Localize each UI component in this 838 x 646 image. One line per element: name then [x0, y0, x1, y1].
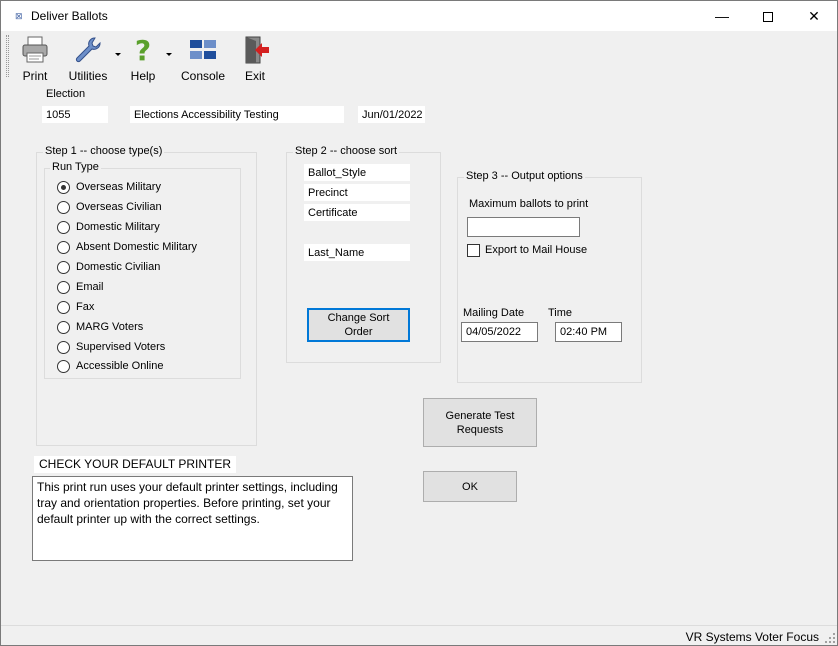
radio-button[interactable] — [57, 200, 70, 214]
printer-icon — [22, 36, 48, 63]
utilities-dropdown-icon[interactable] — [115, 53, 121, 56]
printer-notice-box: This print run uses your default printer… — [32, 476, 353, 561]
resize-grip-icon[interactable] — [825, 633, 835, 643]
change-sort-order-button[interactable]: Change Sort Order — [307, 308, 410, 342]
exit-label: Exit — [244, 69, 265, 83]
minimize-button[interactable]: — — [699, 1, 745, 31]
console-button[interactable]: Console — [177, 33, 229, 83]
console-icon — [190, 40, 216, 59]
maximize-button[interactable] — [745, 1, 791, 31]
radio-domestic-civilian[interactable]: Domestic Civilian — [57, 259, 160, 275]
exit-door-icon — [245, 36, 269, 64]
toolbar: Print Utilities ? Help Console Exit — [1, 31, 837, 83]
radio-button[interactable] — [57, 220, 70, 234]
radio-label: Overseas Military — [76, 181, 161, 193]
help-label: Help — [130, 69, 156, 83]
radio-button[interactable] — [57, 180, 70, 194]
run-type-group: Run Type Overseas Military Overseas Civi… — [44, 161, 241, 379]
radio-button[interactable] — [57, 320, 70, 334]
help-button[interactable]: ? Help — [125, 33, 161, 83]
export-mail-house-checkbox[interactable] — [467, 244, 480, 257]
ok-label: OK — [462, 480, 478, 493]
step1-group: Step 1 -- choose type(s) Run Type Overse… — [36, 145, 257, 446]
election-name: Elections Accessibility Testing — [130, 106, 344, 123]
step1-title: Step 1 -- choose type(s) — [43, 145, 165, 157]
toolbar-grip[interactable] — [6, 35, 9, 77]
wrench-icon — [75, 37, 101, 63]
radio-label: Accessible Online — [76, 360, 164, 372]
sort-field-4 — [304, 224, 410, 241]
mailing-date-label: Mailing Date — [463, 307, 525, 319]
window-title: Deliver Ballots — [31, 9, 108, 23]
radio-button[interactable] — [57, 359, 70, 373]
radio-button[interactable] — [57, 260, 70, 274]
status-text: VR Systems Voter Focus — [685, 630, 819, 644]
radio-button[interactable] — [57, 340, 70, 354]
question-icon: ? — [135, 35, 151, 65]
max-ballots-input[interactable] — [467, 217, 580, 237]
radio-email[interactable]: Email — [57, 279, 104, 295]
sort-field-5: Last_Name — [304, 244, 410, 261]
generate-test-requests-label: Generate Test Requests — [445, 409, 515, 436]
sort-field-1: Ballot_Style — [304, 164, 410, 181]
mailing-date-input[interactable]: 04/05/2022 — [461, 322, 538, 342]
close-button[interactable]: ✕ — [791, 1, 837, 31]
radio-label: Overseas Civilian — [76, 201, 162, 213]
election-label: Election — [46, 88, 86, 100]
radio-label: MARG Voters — [76, 321, 144, 333]
radio-supervised-voters[interactable]: Supervised Voters — [57, 339, 165, 355]
status-bar: VR Systems Voter Focus — [1, 625, 837, 645]
print-label: Print — [22, 69, 48, 83]
radio-button[interactable] — [57, 300, 70, 314]
radio-label: Domestic Civilian — [76, 261, 161, 273]
radio-label: Supervised Voters — [76, 341, 166, 353]
election-date: Jun/01/2022 — [358, 106, 425, 123]
radio-button[interactable] — [57, 280, 70, 294]
radio-button[interactable] — [57, 240, 70, 254]
step3-title: Step 3 -- Output options — [464, 170, 585, 182]
radio-label: Fax — [76, 301, 95, 313]
election-number: 1055 — [42, 106, 108, 123]
print-button[interactable]: Print — [15, 33, 55, 83]
radio-label: Absent Domestic Military — [76, 241, 198, 253]
export-mail-house-label: Export to Mail House — [485, 244, 588, 256]
utilities-button[interactable]: Utilities — [63, 33, 113, 83]
radio-label: Email — [76, 281, 104, 293]
radio-absent-domestic-military[interactable]: Absent Domestic Military — [57, 239, 197, 255]
radio-marg-voters[interactable]: MARG Voters — [57, 319, 143, 335]
svg-text:?: ? — [135, 35, 151, 65]
close-icon: ✕ — [808, 8, 820, 24]
printer-notice-text: This print run uses your default printer… — [37, 480, 338, 526]
radio-overseas-military[interactable]: Overseas Military — [57, 179, 161, 195]
sort-field-2: Precinct — [304, 184, 410, 201]
maximize-icon — [763, 12, 773, 23]
generate-test-requests-button[interactable]: Generate Test Requests — [423, 398, 537, 447]
help-dropdown-icon[interactable] — [166, 53, 172, 56]
radio-label: Domestic Military — [76, 221, 160, 233]
minimize-icon: — — [715, 8, 729, 24]
app-icon: ⊠ — [15, 11, 23, 21]
time-input[interactable]: 02:40 PM — [555, 322, 622, 342]
sort-field-3: Certificate — [304, 204, 410, 221]
console-label: Console — [180, 69, 226, 83]
exit-button[interactable]: Exit — [237, 33, 273, 83]
radio-domestic-military[interactable]: Domestic Military — [57, 219, 160, 235]
printer-notice-title: CHECK YOUR DEFAULT PRINTER — [34, 456, 237, 473]
ok-button[interactable]: OK — [423, 471, 517, 502]
utilities-label: Utilities — [68, 69, 108, 83]
step2-title: Step 2 -- choose sort — [293, 145, 400, 157]
change-sort-order-label: Change Sort Order — [327, 312, 390, 338]
radio-fax[interactable]: Fax — [57, 299, 94, 315]
radio-overseas-civilian[interactable]: Overseas Civilian — [57, 199, 162, 215]
time-label: Time — [548, 307, 573, 319]
run-type-label: Run Type — [50, 161, 101, 173]
deliver-ballots-window: ⊠ Deliver Ballots — ✕ Print Utilities ? … — [0, 0, 838, 646]
title-bar: ⊠ Deliver Ballots — ✕ — [1, 1, 837, 31]
max-ballots-label: Maximum ballots to print — [469, 198, 589, 210]
radio-accessible-online[interactable]: Accessible Online — [57, 358, 163, 374]
